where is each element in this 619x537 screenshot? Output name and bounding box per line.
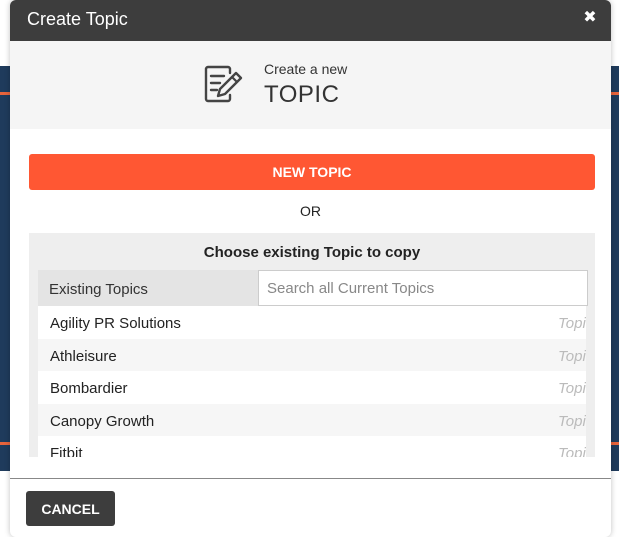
topic-list-item[interactable]: Canopy Growth Topic xyxy=(38,403,586,436)
topic-type-label: Topic xyxy=(558,315,586,332)
background-accent-line xyxy=(0,442,10,445)
header-title: TOPIC xyxy=(264,81,340,108)
close-icon[interactable]: ✖ xyxy=(582,9,598,27)
existing-topics-header: Existing Topics xyxy=(38,270,258,306)
topic-type-label: Topic xyxy=(558,445,586,457)
background-panel-left xyxy=(0,66,10,471)
cancel-button[interactable]: CANCEL xyxy=(26,491,115,526)
modal-titlebar: Create Topic ✖ xyxy=(10,0,611,41)
background-accent-line xyxy=(611,92,619,95)
background-panel-right xyxy=(611,66,619,471)
topic-list[interactable]: Agility PR Solutions Topic Athleisure Topic… xyxy=(38,306,586,457)
topic-name: Bombardier xyxy=(50,380,128,397)
copy-panel-title: Choose existing Topic to copy xyxy=(203,244,421,261)
topic-list-item[interactable]: Athleisure Topic xyxy=(38,338,586,371)
topic-type-label: Topic xyxy=(558,412,586,430)
topic-name: Canopy Growth xyxy=(50,412,155,430)
topic-list-item[interactable]: Agility PR Solutions Topic xyxy=(38,306,586,339)
edit-document-icon xyxy=(204,65,243,103)
new-topic-button[interactable]: NEW TOPIC xyxy=(29,154,595,190)
header-subtitle: Create a new xyxy=(264,61,348,77)
create-topic-modal: Create Topic ✖ Create a new TOPIC NEW TO… xyxy=(10,0,611,537)
footer-divider xyxy=(10,478,611,479)
background-accent-line xyxy=(611,442,619,445)
topic-type-label: Topic xyxy=(558,347,586,365)
topic-type-label: Topic xyxy=(558,380,586,397)
topic-name: Fitbit xyxy=(50,445,83,457)
topic-list-item[interactable]: Fitbit Topic xyxy=(38,436,586,457)
existing-topics-header-label: Existing Topics xyxy=(49,281,148,298)
topic-name: Athleisure xyxy=(50,347,117,365)
search-topics-input[interactable] xyxy=(258,270,588,306)
topic-name: Agility PR Solutions xyxy=(50,315,181,332)
copy-topic-panel: Choose existing Topic to copy Existing T… xyxy=(29,233,595,457)
modal-title: Create Topic xyxy=(27,9,128,29)
background-accent-line xyxy=(0,92,10,95)
modal-header: Create a new TOPIC xyxy=(10,41,611,129)
or-separator-label: OR xyxy=(300,203,321,219)
topic-list-item[interactable]: Bombardier Topic xyxy=(38,371,586,404)
